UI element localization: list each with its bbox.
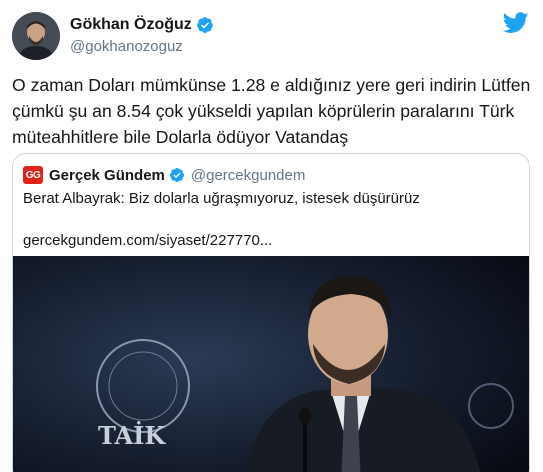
quoted-media-image[interactable]: TAİK [13, 256, 529, 472]
seal-sign-text: TAİK [98, 421, 166, 450]
author-handle[interactable]: @gokhanozoguz [70, 38, 183, 55]
verified-badge-icon [196, 17, 213, 33]
twitter-bird-icon[interactable] [503, 12, 529, 34]
quoted-tweet-text: Berat Albayrak: Biz dolarla uğraşmıyoruz… [23, 190, 420, 207]
verified-badge-icon [169, 168, 184, 182]
author-name[interactable]: Gökhan Özoğuz [70, 16, 192, 34]
quoted-header: GG Gerçek Gündem @gercekgundem [23, 166, 305, 184]
avatar[interactable] [12, 12, 60, 60]
quoted-author-name[interactable]: Gerçek Gündem [49, 167, 165, 184]
tweet-header: Gökhan Özoğuz @gokhanozoguz [12, 12, 531, 62]
quoted-tweet-card[interactable]: GG Gerçek Gündem @gercekgundem Berat Alb… [12, 153, 530, 472]
quoted-tweet-link[interactable]: gercekgundem.com/siyaset/227770... [23, 232, 272, 249]
quoted-author-handle[interactable]: @gercekgundem [191, 167, 305, 184]
quoted-avatar-logo[interactable]: GG [23, 166, 43, 184]
author-name-row: Gökhan Özoğuz [70, 16, 214, 34]
tweet-text: O zaman Doları mümkünse 1.28 e aldığınız… [12, 75, 531, 147]
